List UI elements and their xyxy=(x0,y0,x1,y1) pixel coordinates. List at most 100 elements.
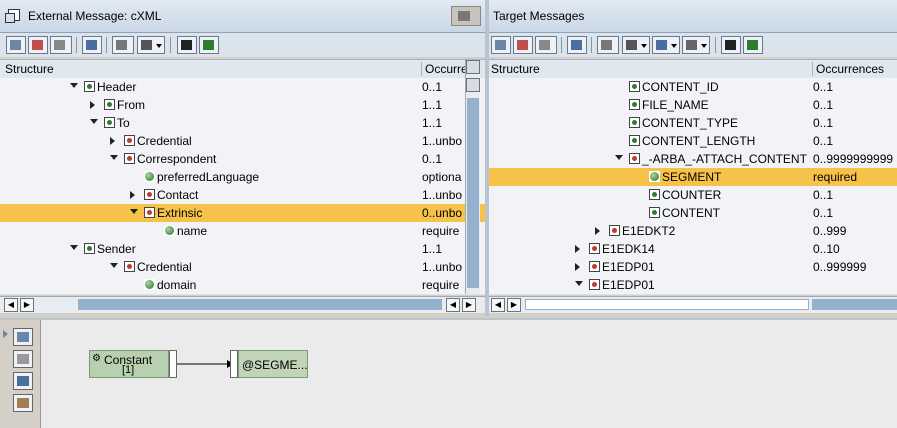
node-name: Extrinsic xyxy=(157,206,203,220)
collapse-icon[interactable] xyxy=(110,263,118,268)
target-tree-row[interactable]: E1EDKT2 0..999 xyxy=(489,222,897,241)
table-view-icon[interactable] xyxy=(513,36,533,54)
element-node-icon xyxy=(589,279,600,290)
hierarchy-icon[interactable] xyxy=(13,372,33,390)
occurrence-value: required xyxy=(813,170,858,184)
insert-source-icon[interactable] xyxy=(13,328,33,346)
collapse-icon[interactable] xyxy=(575,281,583,286)
structure-column-header[interactable]: Structure xyxy=(5,62,405,76)
element-node-icon xyxy=(589,261,600,272)
details-icon[interactable] xyxy=(112,36,134,54)
scroll-right-icon[interactable]: ▶ xyxy=(507,298,521,312)
source-code-icon[interactable] xyxy=(50,36,72,54)
expand-icon[interactable] xyxy=(110,137,115,145)
find-icon[interactable] xyxy=(177,36,197,54)
constant-function-box[interactable]: ⚙ Constant [1] xyxy=(89,350,169,378)
target-tree-row[interactable]: CONTENT_TYPE 0..1 xyxy=(489,114,897,133)
source-tree-row[interactable]: Sender 1..1 xyxy=(0,240,485,259)
scroll-down-icon[interactable] xyxy=(466,78,480,92)
element-node-icon xyxy=(589,243,600,254)
expand-icon[interactable] xyxy=(130,191,135,199)
occurrence-value: 0..1 xyxy=(422,152,443,166)
occurrence-scroll-thumb[interactable] xyxy=(812,299,897,310)
target-tree-row[interactable]: CONTENT_LENGTH 0..1 xyxy=(489,132,897,151)
expand-all-icon[interactable] xyxy=(567,36,587,54)
export-icon[interactable] xyxy=(199,36,219,54)
scroll-right-icon[interactable]: ▶ xyxy=(462,298,476,312)
occurrence-value: 0..1 xyxy=(422,80,443,94)
occurrence-value: 0..1 xyxy=(813,98,834,112)
source-tree-row[interactable]: domain require xyxy=(0,276,485,295)
collapse-arrow-icon[interactable] xyxy=(3,330,8,338)
target-tree-row[interactable]: E1EDP01 xyxy=(489,276,897,295)
expand-icon[interactable] xyxy=(595,227,600,235)
filter-dropdown-icon[interactable] xyxy=(622,36,650,54)
source-tree-row[interactable]: preferredLanguage optiona xyxy=(0,168,485,187)
occurrence-value: 0..9999999999 xyxy=(813,152,894,166)
source-tree-row[interactable]: Correspondent 0..1 xyxy=(0,150,485,169)
attribute-icon xyxy=(144,171,155,182)
delete-icon[interactable] xyxy=(13,350,33,368)
tree-structure-icon[interactable] xyxy=(6,36,26,54)
source-horizontal-scrollbar[interactable]: ◀ ▶ ◀ ▶ xyxy=(0,296,485,313)
source-pane-titlebar: External Message: cXML xyxy=(0,0,485,33)
target-tree-row[interactable]: CONTENT 0..1 xyxy=(489,204,897,223)
scroll-left-icon[interactable]: ◀ xyxy=(446,298,460,312)
clipboard-icon[interactable] xyxy=(13,394,33,412)
scroll-left-icon[interactable]: ◀ xyxy=(4,298,18,312)
restore-icon[interactable] xyxy=(451,6,481,26)
target-tree-row[interactable]: SEGMENT required xyxy=(489,168,897,187)
copy-dropdown-icon[interactable] xyxy=(652,36,680,54)
scroll-right-icon[interactable]: ▶ xyxy=(20,298,34,312)
target-horizontal-scrollbar[interactable]: ◀ ▶ xyxy=(489,296,897,313)
node-name: From xyxy=(117,98,145,112)
source-tree-row[interactable]: Contact 1..unbo xyxy=(0,186,485,205)
horizontal-scroll-thumb[interactable] xyxy=(78,299,442,310)
tree-structure-icon[interactable] xyxy=(491,36,511,54)
scroll-up-icon[interactable] xyxy=(466,60,480,74)
source-tree-row[interactable]: Extrinsic 0..unbo xyxy=(0,204,485,223)
source-code-icon[interactable] xyxy=(535,36,557,54)
occurrence-value: 0..1 xyxy=(813,80,834,94)
expand-icon[interactable] xyxy=(90,101,95,109)
collapse-icon[interactable] xyxy=(130,209,138,214)
table-view-icon[interactable] xyxy=(28,36,48,54)
source-vertical-scrollbar[interactable] xyxy=(465,60,480,294)
filter-dropdown-icon[interactable] xyxy=(137,36,165,54)
export-icon[interactable] xyxy=(743,36,763,54)
collapse-icon[interactable] xyxy=(110,155,118,160)
scroll-thumb[interactable] xyxy=(467,98,479,288)
target-tree-row[interactable]: E1EDP01 0..999999 xyxy=(489,258,897,277)
target-tree-row[interactable]: FILE_NAME 0..1 xyxy=(489,96,897,115)
target-tree-row[interactable]: COUNTER 0..1 xyxy=(489,186,897,205)
collapse-icon[interactable] xyxy=(90,119,98,124)
find-icon[interactable] xyxy=(721,36,741,54)
occurrences-column-header[interactable]: Occurrences xyxy=(812,62,897,76)
collapse-icon[interactable] xyxy=(615,155,623,160)
source-tree-row[interactable]: Credential 1..unbo xyxy=(0,258,485,277)
document-dropdown-icon[interactable] xyxy=(682,36,710,54)
details-icon[interactable] xyxy=(597,36,619,54)
collapse-icon[interactable] xyxy=(70,245,78,250)
scroll-left-icon[interactable]: ◀ xyxy=(491,298,505,312)
target-tree-row[interactable]: E1EDK14 0..10 xyxy=(489,240,897,259)
target-input-port[interactable] xyxy=(230,350,238,378)
expand-icon[interactable] xyxy=(575,245,580,253)
constant-value: [1] xyxy=(122,364,135,376)
element-node-icon xyxy=(649,189,660,200)
source-tree-row[interactable]: Header 0..1 xyxy=(0,78,485,97)
constant-output-port[interactable] xyxy=(169,350,177,378)
expand-all-icon[interactable] xyxy=(82,36,102,54)
occurrences-column-header[interactable]: Occurre xyxy=(421,62,465,76)
collapse-icon[interactable] xyxy=(70,83,78,88)
source-tree-row[interactable]: From 1..1 xyxy=(0,96,485,115)
expand-icon[interactable] xyxy=(575,263,580,271)
source-tree-row[interactable]: To 1..1 xyxy=(0,114,485,133)
source-tree-row[interactable]: name require xyxy=(0,222,485,241)
target-field-box[interactable]: @SEGME... xyxy=(238,350,308,378)
target-tree-row[interactable]: CONTENT_ID 0..1 xyxy=(489,78,897,97)
structure-column-header[interactable]: Structure xyxy=(491,62,791,76)
source-tree-row[interactable]: Credential 1..unbo xyxy=(0,132,485,151)
target-tree-row[interactable]: _-ARBA_-ATTACH_CONTENT 0..9999999999 xyxy=(489,150,897,169)
horizontal-scroll-thumb[interactable] xyxy=(525,299,809,310)
